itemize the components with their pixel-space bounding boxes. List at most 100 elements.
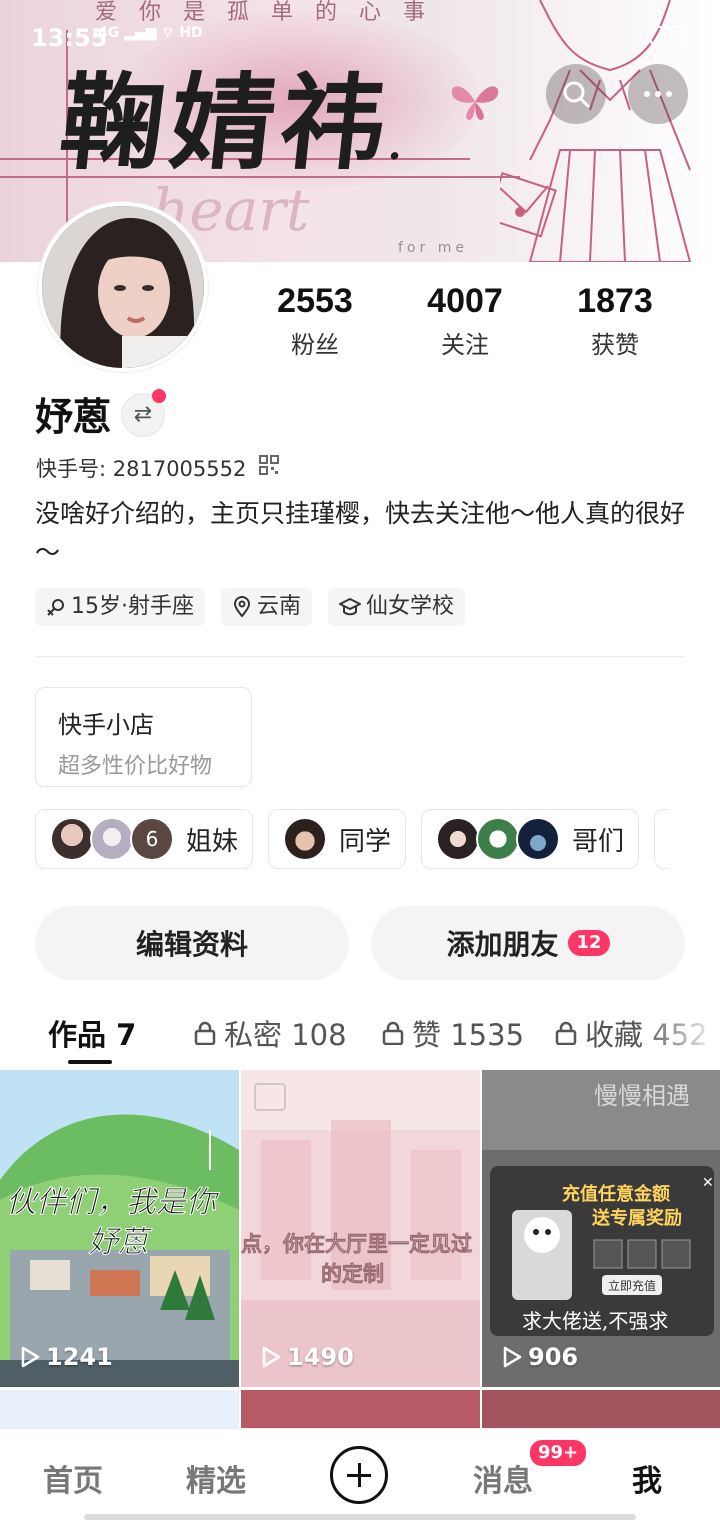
avatar bbox=[90, 817, 134, 861]
active-tab-indicator bbox=[68, 1060, 112, 1064]
nav-me[interactable]: 我 bbox=[632, 1456, 662, 1500]
video-thumbnail[interactable] bbox=[241, 1390, 480, 1430]
group-label: 姐妹 bbox=[186, 826, 239, 857]
tag-label: 15岁·射手座 bbox=[71, 594, 194, 619]
video-cover: 慢慢相遇 充值任意金额 送专属奖励 立即充值 ✕ 求大佬送,不强求 bbox=[482, 1070, 720, 1387]
shop-subtitle: 超多性价比好物 bbox=[58, 754, 213, 779]
tab-label: 赞 1535 bbox=[412, 1018, 525, 1052]
video-sign: 妤蒽 bbox=[88, 1225, 153, 1260]
lock-icon bbox=[194, 1021, 216, 1045]
video-caption-2: 的定制 bbox=[321, 1262, 384, 1286]
video-thumbnail[interactable]: 慢慢相遇 充值任意金额 送专属奖励 立即充值 ✕ 求大佬送,不强求 906 bbox=[482, 1070, 720, 1387]
svg-text:✕: ✕ bbox=[702, 1175, 714, 1191]
tag-location[interactable]: 云南 bbox=[221, 588, 313, 626]
video-caption: 求大佬送,不强求 bbox=[522, 1309, 668, 1333]
tab-liked[interactable]: 赞 1535 bbox=[382, 1012, 524, 1054]
tab-works[interactable]: 作品 7 bbox=[48, 1012, 136, 1054]
video-caption: 伙伴们，我是你 bbox=[6, 1185, 220, 1220]
qr-code-icon[interactable] bbox=[259, 455, 279, 475]
play-count: 1490 bbox=[261, 1343, 354, 1371]
battery-icon: 38 bbox=[650, 26, 686, 46]
video-caption-top: 慢慢相遇 bbox=[594, 1082, 690, 1110]
avatar bbox=[436, 817, 481, 861]
video-cover: 伙伴们，我是你 妤蒽 bbox=[0, 1070, 239, 1387]
video-thumbnail[interactable] bbox=[482, 1390, 720, 1430]
search-button[interactable] bbox=[546, 64, 606, 124]
search-icon bbox=[563, 81, 590, 108]
stat-value: 2553 bbox=[277, 282, 353, 320]
nav-home[interactable]: 首页 bbox=[43, 1456, 103, 1500]
kuaishou-shop-card[interactable]: 快手小店 超多性价比好物 bbox=[35, 687, 252, 787]
stat-followers[interactable]: 2553 粉丝 bbox=[240, 282, 390, 360]
bottom-navigation: 首页 精选 消息 99+ 我 bbox=[0, 1428, 720, 1520]
avatar bbox=[50, 817, 94, 861]
button-label: 编辑资料 bbox=[135, 928, 248, 961]
video-cover: 点，你在大厅里一定见过 的定制 bbox=[241, 1070, 480, 1387]
tab-label: 作品 7 bbox=[48, 1018, 137, 1052]
notification-dot bbox=[152, 389, 166, 403]
avatar bbox=[516, 817, 561, 861]
profile-tags: 15岁·射手座 云南 仙女学校 bbox=[35, 588, 466, 626]
nav-messages[interactable]: 消息 bbox=[473, 1456, 533, 1500]
video-caption: 点，你在大厅里一定见过 bbox=[241, 1232, 472, 1256]
group-sisters[interactable]: 6 姐妹 bbox=[35, 809, 254, 869]
stat-label: 粉丝 bbox=[291, 331, 339, 359]
location-icon bbox=[233, 596, 251, 618]
divider bbox=[35, 656, 685, 657]
profile-bio: 没啥好介绍的，主页只挂瑾樱，快去关注他～他人真的很好～ bbox=[35, 499, 686, 567]
video-thumbnail[interactable]: 点，你在大厅里一定见过 的定制 1490 bbox=[241, 1070, 480, 1387]
lock-icon bbox=[555, 1021, 577, 1045]
play-count: 906 bbox=[502, 1343, 578, 1371]
tag-school[interactable]: 仙女学校 bbox=[328, 588, 466, 626]
lock-icon bbox=[382, 1021, 404, 1045]
tag-age[interactable]: 15岁·射手座 bbox=[35, 588, 205, 626]
group-label: 哥们 bbox=[572, 826, 625, 857]
play-icon bbox=[503, 1346, 522, 1368]
avatar-count: 6 bbox=[130, 817, 174, 861]
nav-featured[interactable]: 精选 bbox=[186, 1456, 246, 1500]
status-bar: 13:55 4G ▂▄▆ ⌔ HD 38 bbox=[0, 0, 720, 72]
more-button[interactable] bbox=[628, 64, 688, 124]
play-icon bbox=[21, 1346, 40, 1368]
stat-likes[interactable]: 1873 获赞 bbox=[540, 282, 690, 360]
add-friends-badge: 12 bbox=[568, 930, 610, 956]
edit-profile-button[interactable]: 编辑资料 bbox=[35, 906, 349, 980]
stat-value: 1873 bbox=[577, 282, 653, 320]
promo-subtitle: 送专属奖励 bbox=[591, 1207, 682, 1229]
gender-icon bbox=[47, 599, 64, 616]
butterfly-icon bbox=[451, 86, 499, 120]
stat-following[interactable]: 4007 关注 bbox=[390, 282, 540, 360]
avatar-image bbox=[42, 206, 204, 368]
friend-groups: 6 姐妹 同学 哥们 bbox=[35, 809, 669, 869]
avatar bbox=[476, 817, 521, 861]
avatar[interactable] bbox=[38, 202, 208, 372]
stat-label: 获赞 bbox=[591, 331, 639, 359]
stat-label: 关注 bbox=[441, 331, 489, 359]
profile-stats: 2553 粉丝 4007 关注 1873 获赞 bbox=[240, 282, 690, 360]
group-label: 同学 bbox=[339, 826, 392, 857]
kuaishou-id[interactable]: 快手号: 2817005552 bbox=[36, 453, 246, 483]
messages-badge: 99+ bbox=[528, 1438, 589, 1468]
promo-title: 充值任意金额 bbox=[562, 1183, 670, 1205]
button-label: 添加朋友 bbox=[446, 928, 559, 961]
tag-label: 仙女学校 bbox=[366, 594, 455, 619]
tag-label: 云南 bbox=[257, 594, 302, 619]
more-icon bbox=[644, 91, 672, 97]
add-friends-button[interactable]: 添加朋友 12 bbox=[371, 906, 685, 980]
shop-title: 快手小店 bbox=[58, 711, 154, 739]
home-indicator bbox=[84, 1514, 636, 1520]
banner-sub: for me bbox=[398, 240, 468, 256]
tab-private[interactable]: 私密 108 bbox=[194, 1012, 347, 1054]
create-post-button[interactable] bbox=[330, 1446, 388, 1504]
group-more[interactable] bbox=[654, 809, 669, 869]
play-icon bbox=[262, 1346, 281, 1368]
video-thumbnail[interactable] bbox=[0, 1390, 239, 1430]
status-time: 13:55 bbox=[31, 24, 108, 52]
group-buddies[interactable]: 哥们 bbox=[421, 809, 640, 869]
tab-label: 私密 108 bbox=[224, 1018, 347, 1052]
group-classmates[interactable]: 同学 bbox=[268, 809, 407, 869]
video-thumbnail[interactable]: 伙伴们，我是你 妤蒽 1241 bbox=[0, 1070, 239, 1387]
promo-button: 立即充值 bbox=[608, 1278, 656, 1293]
play-count: 1241 bbox=[20, 1343, 113, 1371]
avatar bbox=[283, 817, 328, 861]
